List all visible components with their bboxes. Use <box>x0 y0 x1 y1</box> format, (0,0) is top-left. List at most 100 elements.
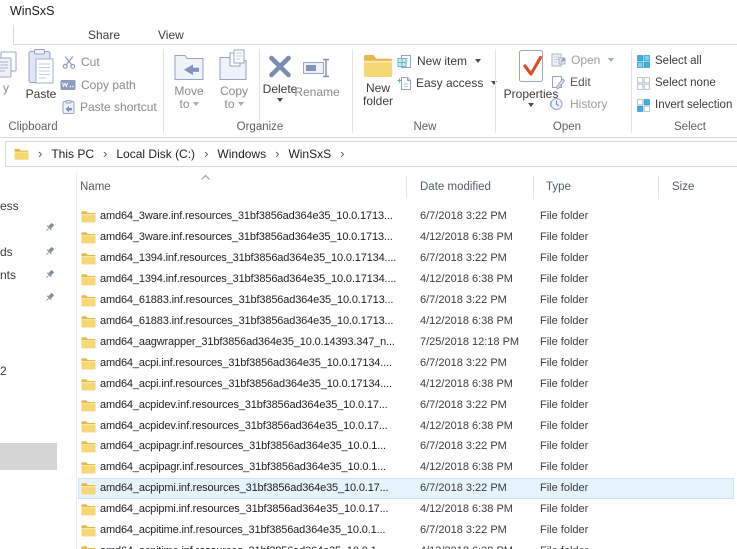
dropdown-caret <box>237 102 244 107</box>
paste-shortcut-button[interactable]: Paste shortcut <box>62 99 157 115</box>
file-row[interactable]: amd64_acpidev.inf.resources_31bf3856ad36… <box>78 416 734 437</box>
edit-label: Edit <box>570 75 591 89</box>
file-name: amd64_acpi.inf.resources_31bf3856ad364e3… <box>100 377 392 390</box>
file-row[interactable]: amd64_acpi.inf.resources_31bf3856ad364e3… <box>78 353 734 374</box>
file-row[interactable]: amd64_3ware.inf.resources_31bf3856ad364e… <box>78 206 734 227</box>
invert-selection-button[interactable]: Invert selection <box>637 97 732 113</box>
column-header-size[interactable]: Size <box>672 174 732 200</box>
cut-icon <box>62 55 76 69</box>
rename-label: Rename <box>294 85 340 99</box>
file-name: amd64_acpitime.inf.resources_31bf3856ad3… <box>100 541 385 549</box>
folder-icon <box>81 294 96 307</box>
file-name: amd64_aagwrapper_31bf3856ad364e35_10.0.1… <box>100 335 395 348</box>
breadcrumb-item[interactable]: Windows <box>217 147 266 161</box>
file-row[interactable]: amd64_acpi.inf.resources_31bf3856ad364e3… <box>78 374 734 395</box>
file-date-modified: 6/7/2018 3:22 PM <box>420 482 507 495</box>
column-separator[interactable] <box>533 176 534 199</box>
file-row[interactable]: amd64_aagwrapper_31bf3856ad364e35_10.0.1… <box>78 332 734 353</box>
file-date-modified: 4/12/2018 6:38 PM <box>420 314 513 327</box>
paste-icon <box>28 49 54 84</box>
file-row[interactable]: amd64_1394.inf.resources_31bf3856ad364e3… <box>78 248 734 269</box>
tab-view[interactable]: View <box>158 28 184 42</box>
breadcrumb-item[interactable]: Local Disk (C:) <box>116 147 195 161</box>
easy-access-button[interactable]: Easy access <box>397 75 498 91</box>
move-to-button[interactable]: Move to <box>165 49 213 110</box>
file-row[interactable]: amd64_acpitime.inf.resources_31bf3856ad3… <box>78 541 734 549</box>
breadcrumb-chevron[interactable]: › <box>38 142 42 166</box>
sidebar-selected-item[interactable] <box>0 443 57 470</box>
new-item-icon <box>397 54 411 68</box>
file-date-modified: 4/12/2018 6:38 PM <box>420 419 513 432</box>
breadcrumb-chevron[interactable]: › <box>275 142 279 166</box>
breadcrumb-item[interactable]: This PC <box>51 147 94 161</box>
column-header-date-modified[interactable]: Date modified <box>420 174 525 200</box>
delete-icon <box>269 55 291 78</box>
select-all-label: Select all <box>655 55 702 67</box>
easy-access-icon <box>397 76 411 90</box>
cut-button[interactable]: Cut <box>62 54 100 70</box>
copy-to-icon <box>219 49 247 80</box>
sidebar-item-partial[interactable]: 2 <box>0 364 7 378</box>
ribbon-group-label-clipboard: Clipboard <box>8 121 58 133</box>
cut-label: Cut <box>81 55 100 69</box>
file-type: File folder <box>540 440 589 453</box>
new-item-button[interactable]: New item <box>397 53 482 69</box>
file-row[interactable]: amd64_61883.inf.resources_31bf3856ad364e… <box>78 290 734 311</box>
file-row[interactable]: amd64_61883.inf.resources_31bf3856ad364e… <box>78 311 734 332</box>
sort-ascending-icon[interactable] <box>200 174 211 181</box>
file-row[interactable]: amd64_acpipagr.inf.resources_31bf3856ad3… <box>78 436 734 457</box>
file-row[interactable]: amd64_acpipmi.inf.resources_31bf3856ad36… <box>78 499 734 520</box>
file-date-modified: 6/7/2018 3:22 PM <box>420 440 507 453</box>
breadcrumb-chevron[interactable]: › <box>204 142 208 166</box>
new-item-label: New item <box>417 54 468 68</box>
copy-to-button[interactable]: Copy to <box>210 49 258 110</box>
pin-icon <box>44 246 55 257</box>
sidebar-item-partial[interactable]: ess <box>0 199 19 213</box>
tab-share[interactable]: Share <box>88 28 120 42</box>
select-none-button[interactable]: Select none <box>637 75 716 91</box>
select-none-label: Select none <box>655 77 716 89</box>
tab-home-partial[interactable] <box>0 25 14 45</box>
file-row[interactable]: amd64_acpipmi.inf.resources_31bf3856ad36… <box>78 478 734 500</box>
new-folder-button[interactable]: New folder <box>354 49 402 107</box>
breadcrumb[interactable]: › This PC › Local Disk (C:) › Windows › WinSxS › <box>5 141 737 167</box>
explorer-window: WinSxS Share View y Paste Cut Copy path … <box>0 0 737 549</box>
window-title: WinSxS <box>10 4 55 18</box>
copy-label-partial: y <box>3 81 9 95</box>
file-name: amd64_61883.inf.resources_31bf3856ad364e… <box>100 314 394 327</box>
select-all-button[interactable]: Select all <box>637 53 702 69</box>
select-none-icon <box>637 76 650 90</box>
file-name: amd64_acpipmi.inf.resources_31bf3856ad36… <box>100 482 389 495</box>
column-separator[interactable] <box>406 176 407 199</box>
file-row[interactable]: amd64_acpidev.inf.resources_31bf3856ad36… <box>78 395 734 416</box>
ribbon-group-label-new: New <box>413 121 437 133</box>
column-header-type[interactable]: Type <box>546 174 646 200</box>
file-type: File folder <box>540 335 589 348</box>
file-row[interactable]: amd64_3ware.inf.resources_31bf3856ad364e… <box>78 227 734 248</box>
column-header-name[interactable]: Name <box>80 174 200 200</box>
breadcrumb-chevron[interactable]: › <box>340 142 344 166</box>
copy-path-button[interactable]: Copy path <box>60 77 136 93</box>
breadcrumb-item[interactable]: WinSxS <box>288 147 331 161</box>
file-type: File folder <box>540 293 589 306</box>
file-row[interactable]: amd64_1394.inf.resources_31bf3856ad364e3… <box>78 269 734 290</box>
rename-button[interactable]: Rename <box>293 49 341 99</box>
open-button[interactable]: Open <box>551 52 615 68</box>
sidebar-item-partial[interactable]: nts <box>0 268 16 282</box>
folder-icon <box>81 357 96 370</box>
sidebar-item-partial[interactable]: ds <box>0 245 13 259</box>
copy-to-label: Copy to <box>219 84 248 111</box>
file-name: amd64_acpi.inf.resources_31bf3856ad364e3… <box>100 356 392 369</box>
file-row[interactable]: amd64_acpipagr.inf.resources_31bf3856ad3… <box>78 457 734 478</box>
edit-button[interactable]: Edit <box>551 74 591 90</box>
history-icon <box>549 98 563 110</box>
column-separator[interactable] <box>658 176 659 199</box>
breadcrumb-chevron[interactable]: › <box>103 142 107 166</box>
file-date-modified: 4/12/2018 6:38 PM <box>420 503 513 516</box>
file-type: File folder <box>540 524 589 537</box>
file-row[interactable]: amd64_acpitime.inf.resources_31bf3856ad3… <box>78 520 734 541</box>
folder-icon <box>81 420 96 433</box>
paste-button[interactable]: Paste <box>18 49 64 101</box>
history-button[interactable]: History <box>549 96 607 112</box>
open-label: Open <box>571 53 601 67</box>
